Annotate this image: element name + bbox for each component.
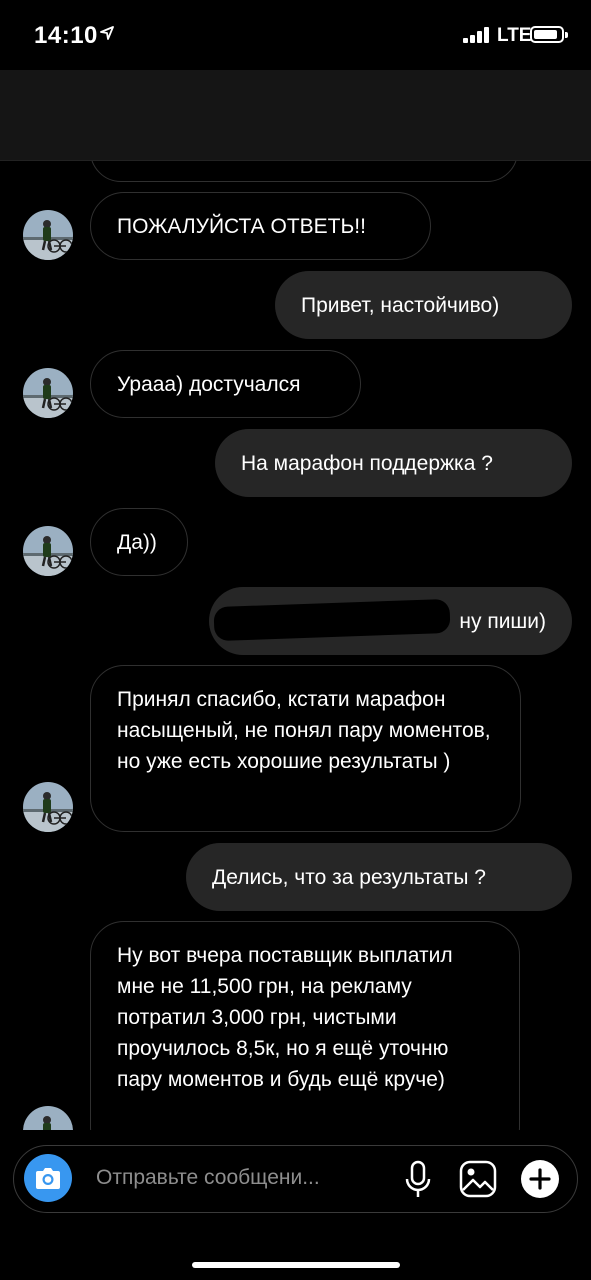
camera-icon <box>36 1168 60 1189</box>
battery-icon <box>530 26 568 43</box>
status-bar: 14:10 LTE <box>0 0 591 70</box>
home-indicator[interactable] <box>192 1262 400 1268</box>
incoming-message[interactable]: Урааа) достучался <box>90 350 361 418</box>
message-text: Делись, что за результаты ? <box>212 865 486 889</box>
message-text: Урааа) достучался <box>117 372 301 396</box>
network-type: LTE <box>497 25 532 46</box>
message-text: На марафон поддержка ? <box>241 451 493 475</box>
message-input[interactable]: Отправьте сообщени... <box>96 1166 320 1190</box>
add-button[interactable] <box>521 1160 559 1198</box>
avatar[interactable] <box>23 210 73 260</box>
outgoing-message[interactable]: На марафон поддержка ? <box>215 429 572 497</box>
signal-icon <box>463 27 489 43</box>
avatar[interactable] <box>23 1106 73 1130</box>
message-text: Привет, настойчиво) <box>301 293 500 317</box>
message-list-clip: Ну вот вчера поставщик выплатил мне не 1… <box>0 920 591 1130</box>
avatar[interactable] <box>23 368 73 418</box>
avatar[interactable] <box>23 782 73 832</box>
message-text: ну пиши) <box>459 609 546 633</box>
camera-button[interactable] <box>24 1154 72 1202</box>
message-text: Да)) <box>117 530 157 554</box>
incoming-message[interactable]: Ну вот вчера поставщик выплатил мне не 1… <box>90 921 520 1130</box>
message-text: ПОЖАЛУЙСТА ОТВЕТЬ!! <box>117 214 366 238</box>
gallery-icon[interactable] <box>458 1159 498 1199</box>
location-arrow-icon <box>100 26 114 40</box>
message-text: Ну вот вчера поставщик выплатил мне не 1… <box>117 944 453 1091</box>
outgoing-message[interactable]: Делись, что за результаты ? <box>186 843 572 911</box>
message-composer: Отправьте сообщени... <box>13 1145 578 1213</box>
incoming-message[interactable]: Да)) <box>90 508 188 576</box>
avatar[interactable] <box>23 526 73 576</box>
outgoing-message[interactable]: Привет, настойчиво) <box>275 271 572 339</box>
incoming-message[interactable]: ПОЖАЛУЙСТА ОТВЕТЬ!! <box>90 192 431 260</box>
message-text: Принял спасибо, кстати марафон насыщеный… <box>117 688 491 773</box>
incoming-message[interactable]: Принял спасибо, кстати марафон насыщеный… <box>90 665 521 832</box>
microphone-icon[interactable] <box>404 1160 432 1200</box>
status-time: 14:10 <box>34 22 98 49</box>
plus-icon <box>529 1168 551 1190</box>
